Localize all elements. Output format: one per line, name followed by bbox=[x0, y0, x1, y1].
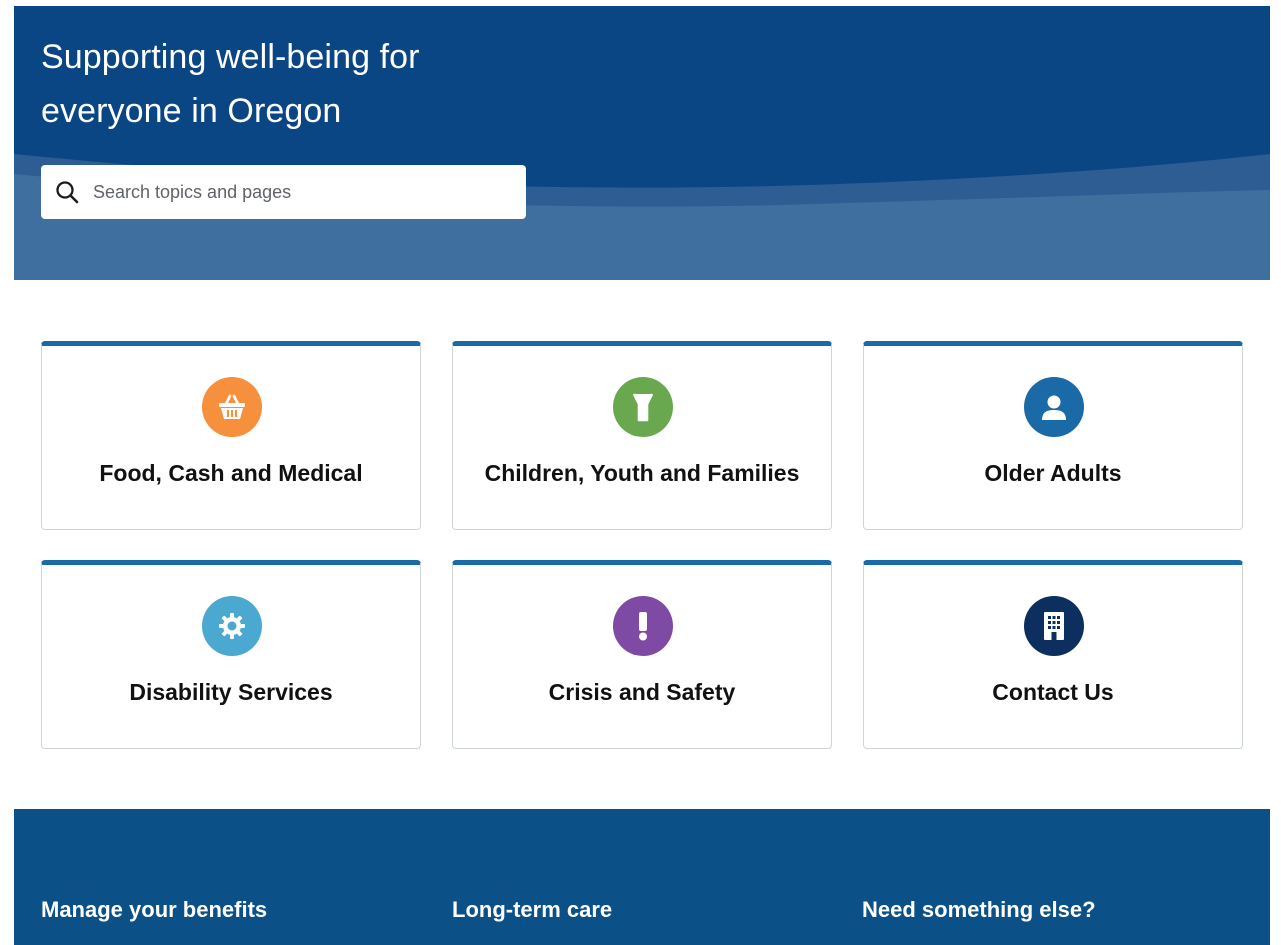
footer-link-need-something-else[interactable]: Need something else? bbox=[862, 897, 1096, 923]
basket-icon bbox=[202, 377, 262, 437]
card-label: Food, Cash and Medical bbox=[99, 460, 363, 486]
card-label: Disability Services bbox=[129, 679, 333, 705]
card-label: Older Adults bbox=[984, 460, 1122, 486]
card-children-youth-families[interactable]: Children, Youth and Families bbox=[452, 341, 832, 530]
gear-icon bbox=[202, 596, 262, 656]
card-label: Crisis and Safety bbox=[548, 679, 736, 705]
card-label: Children, Youth and Families bbox=[484, 460, 800, 486]
card-older-adults[interactable]: Older Adults bbox=[863, 341, 1243, 530]
search-box[interactable] bbox=[41, 165, 526, 219]
card-food-cash-medical[interactable]: Food, Cash and Medical bbox=[41, 341, 421, 530]
search-input[interactable] bbox=[93, 177, 493, 207]
footer-link-manage-benefits[interactable]: Manage your benefits bbox=[41, 897, 267, 923]
footer-link-long-term-care[interactable]: Long-term care bbox=[452, 897, 612, 923]
topic-grid: Food, Cash and Medical Children, Youth a… bbox=[41, 341, 1244, 750]
card-contact-us[interactable]: Contact Us bbox=[863, 560, 1243, 749]
card-crisis-and-safety[interactable]: Crisis and Safety bbox=[452, 560, 832, 749]
page-title-line-2: everyone in Oregon bbox=[41, 92, 342, 130]
person-icon bbox=[1024, 377, 1084, 437]
exclamation-icon bbox=[613, 596, 673, 656]
page-title-line-1: Supporting well-being for bbox=[41, 38, 420, 76]
card-disability-services[interactable]: Disability Services bbox=[41, 560, 421, 749]
card-label: Contact Us bbox=[992, 679, 1114, 705]
hero-banner: Supporting well-being for everyone in Or… bbox=[14, 6, 1270, 280]
footer-section: Manage your benefits Long-term care Need… bbox=[14, 809, 1270, 945]
search-icon[interactable] bbox=[55, 180, 79, 204]
page-title: Supporting well-being for everyone in Or… bbox=[41, 30, 420, 138]
child-icon bbox=[613, 377, 673, 437]
building-icon bbox=[1024, 596, 1084, 656]
